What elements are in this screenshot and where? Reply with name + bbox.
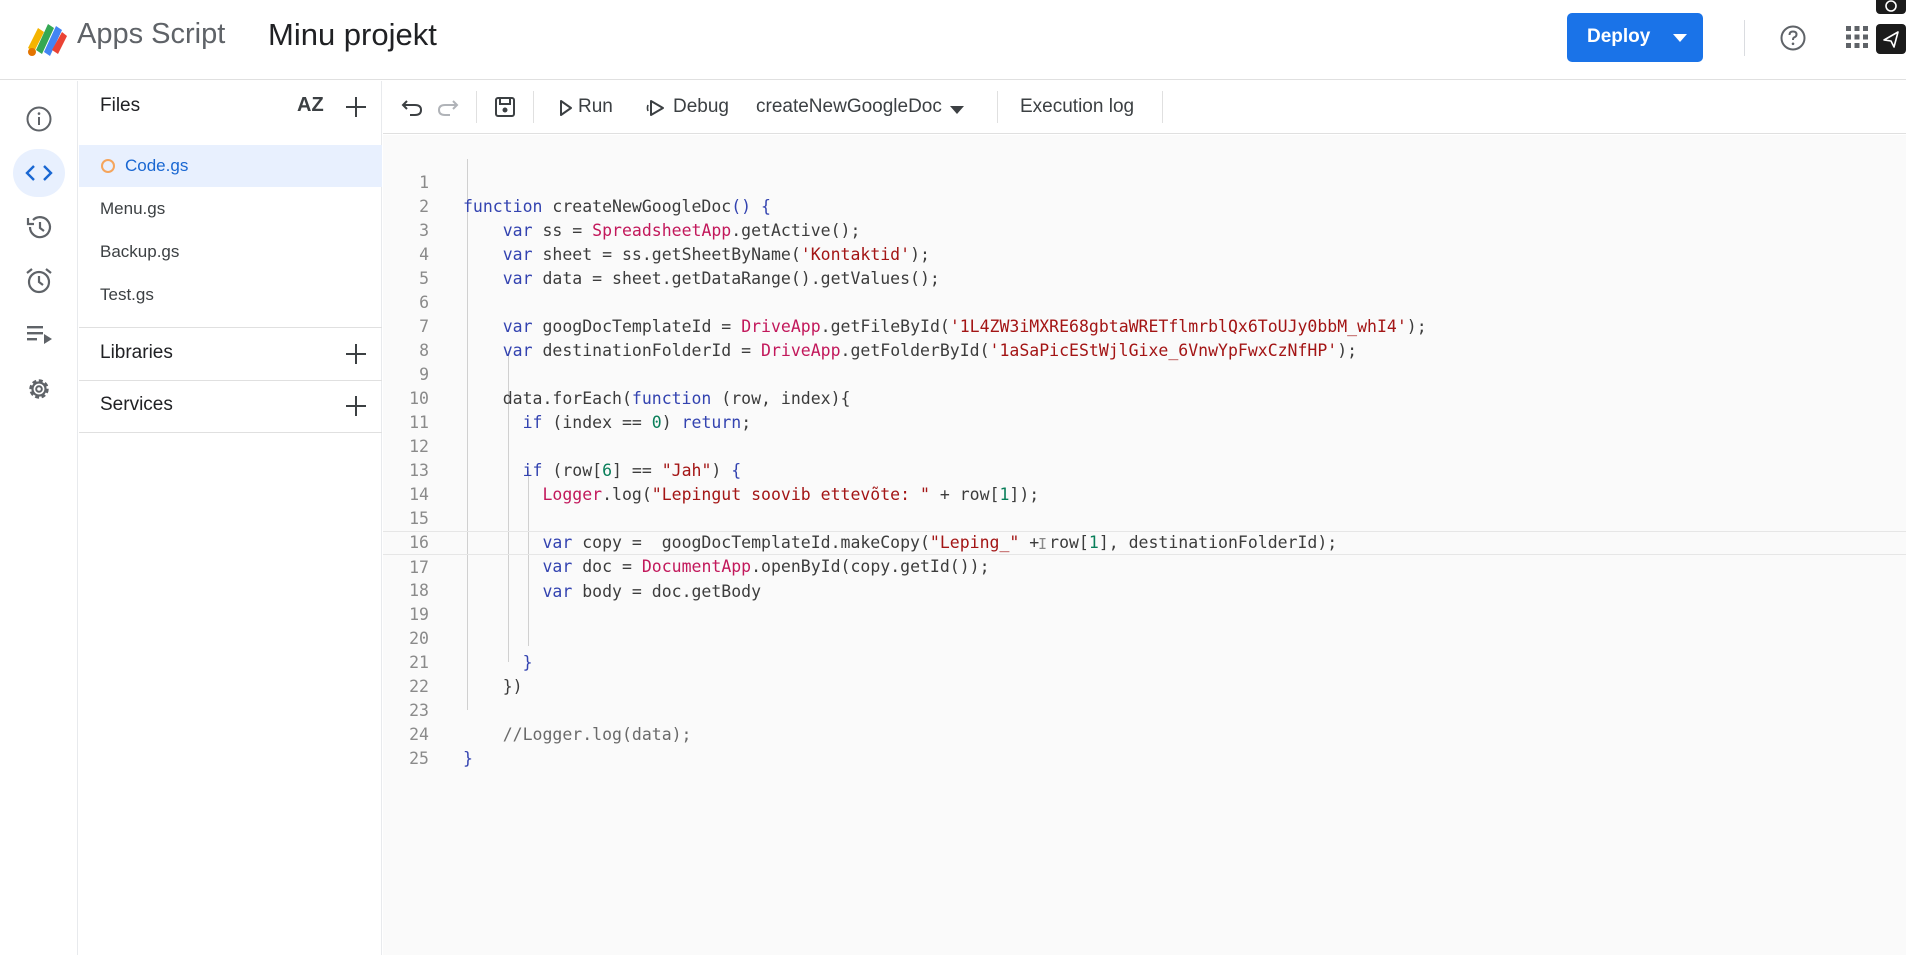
code-line: 13 Logger.log("Lepingut soovib ettevõte:… xyxy=(383,435,1906,504)
add-library-plus-icon[interactable] xyxy=(344,342,368,366)
header-divider xyxy=(1744,20,1745,56)
file-item-test-gs[interactable]: Test.gs xyxy=(79,274,382,316)
code-line: 2 var ss = SpreadsheetApp.getActive(); xyxy=(383,171,1906,240)
libraries-title: Libraries xyxy=(100,342,173,363)
add-file-plus-icon[interactable] xyxy=(344,95,368,119)
files-header: Files AZ xyxy=(79,81,382,133)
app-name: Apps Script xyxy=(77,18,226,50)
unsaved-dot-icon xyxy=(101,159,115,173)
line-code: } xyxy=(463,749,473,768)
code-editor[interactable]: 1 function createNewGoogleDoc() { 2 var … xyxy=(383,135,1906,955)
rail-triggers[interactable] xyxy=(13,257,65,305)
code-line: 3 var sheet = ss.getSheetByName('Kontakt… xyxy=(383,195,1906,264)
rail-history[interactable] xyxy=(13,203,65,251)
code-line: 7 var destinationFolderId = DriveApp.get… xyxy=(383,291,1906,360)
code-line: 15 var copy = googDocTemplateId.makeCopy… xyxy=(383,483,1906,552)
code-line: 25 xyxy=(383,723,1906,768)
code-line: 22 xyxy=(383,651,1906,696)
file-item-code-gs[interactable]: Code.gs xyxy=(79,145,382,187)
code-line: 18 xyxy=(383,555,1906,600)
send-icon xyxy=(1883,31,1899,48)
alarm-icon xyxy=(26,268,52,294)
add-service-plus-icon[interactable] xyxy=(344,394,368,418)
debug-button[interactable]: Debug xyxy=(645,81,745,134)
code-line-current: 17 var body = doc.getBody xyxy=(383,531,1906,601)
services-header: Services xyxy=(79,380,382,432)
function-select-value: createNewGoogleDoc xyxy=(756,96,942,117)
file-item-backup-gs[interactable]: Backup.gs xyxy=(79,231,382,273)
deploy-button-label: Deploy xyxy=(1587,26,1651,47)
divider xyxy=(79,432,382,433)
files-panel: Files AZ Code.gs Menu.gs Backup.gs Test.… xyxy=(79,81,382,955)
code-line: 20 } xyxy=(383,603,1906,672)
executions-icon xyxy=(27,326,52,344)
google-apps-icon[interactable] xyxy=(1845,25,1869,49)
apps-script-logo-icon xyxy=(28,24,67,56)
services-title: Services xyxy=(100,394,173,415)
play-icon xyxy=(560,100,572,116)
rail-executions[interactable] xyxy=(13,311,65,359)
rail-overview[interactable] xyxy=(13,95,65,143)
sort-az-icon[interactable]: AZ xyxy=(297,94,324,117)
file-name: Backup.gs xyxy=(100,242,180,261)
toolbar-divider xyxy=(997,91,998,123)
run-label: Run xyxy=(578,96,613,117)
editor-toolbar: Run Debug createNewGoogleDoc Execution l… xyxy=(383,81,1906,134)
code-line: 23 //Logger.log(data); xyxy=(383,675,1906,744)
file-item-menu-gs[interactable]: Menu.gs xyxy=(79,188,382,230)
left-nav-rail xyxy=(0,81,78,955)
debug-label: Debug xyxy=(673,96,729,117)
top-header: Apps Script Minu projekt Deploy xyxy=(0,0,1906,80)
recording-icon xyxy=(1885,0,1897,12)
undo-icon[interactable] xyxy=(400,95,424,119)
code-line: 10 if (index == 0) return; xyxy=(383,363,1906,432)
file-name: Menu.gs xyxy=(100,199,166,218)
function-select[interactable]: createNewGoogleDoc xyxy=(756,81,971,134)
execution-log-button[interactable]: Execution log xyxy=(1020,96,1134,118)
code-line: 11 xyxy=(383,387,1906,432)
file-name: Test.gs xyxy=(100,285,154,304)
toolbar-divider xyxy=(533,91,534,123)
code-line: 19 xyxy=(383,579,1906,624)
save-icon[interactable] xyxy=(493,95,517,119)
toolbar-divider xyxy=(1162,91,1163,123)
toolbar-divider xyxy=(476,91,477,123)
file-name: Code.gs xyxy=(125,156,189,175)
overlay-button-top[interactable] xyxy=(1876,0,1906,14)
help-icon[interactable] xyxy=(1779,24,1807,52)
code-line: 24 } xyxy=(383,699,1906,768)
gear-icon xyxy=(29,379,49,399)
libraries-header: Libraries xyxy=(79,328,382,380)
info-icon xyxy=(26,106,52,132)
code-line: 8 xyxy=(383,315,1906,360)
code-line: 12 if (row[6] == "Jah") { xyxy=(383,411,1906,480)
rail-settings[interactable] xyxy=(13,365,65,413)
project-title[interactable]: Minu projekt xyxy=(268,17,437,53)
debug-icon xyxy=(646,100,664,116)
history-icon xyxy=(26,216,52,239)
code-line: 6 var googDocTemplateId = DriveApp.getFi… xyxy=(383,267,1906,336)
redo-icon[interactable] xyxy=(436,95,460,119)
chevron-down-icon xyxy=(1673,34,1687,42)
code-line: 21 }) xyxy=(383,627,1906,696)
code-line: 9 data.forEach(function (row, index){ xyxy=(383,339,1906,408)
overlay-send-button[interactable] xyxy=(1876,24,1906,54)
code-line: 16 var doc = DocumentApp.openById(copy.g… xyxy=(383,507,1906,576)
code-line: 1 function createNewGoogleDoc() { xyxy=(383,147,1906,216)
rail-editor[interactable] xyxy=(13,149,65,197)
line-number: 25 xyxy=(409,749,429,768)
chevron-down-icon xyxy=(950,106,964,114)
code-line: 5 xyxy=(383,243,1906,288)
deploy-button[interactable]: Deploy xyxy=(1567,13,1703,62)
text-cursor-icon: I xyxy=(1038,535,1048,553)
code-line: 14 xyxy=(383,459,1906,504)
files-title: Files xyxy=(100,95,141,116)
code-line: 4 var data = sheet.getDataRange().getVal… xyxy=(383,219,1906,288)
code-icon xyxy=(25,165,53,181)
run-button[interactable]: Run xyxy=(558,81,630,134)
